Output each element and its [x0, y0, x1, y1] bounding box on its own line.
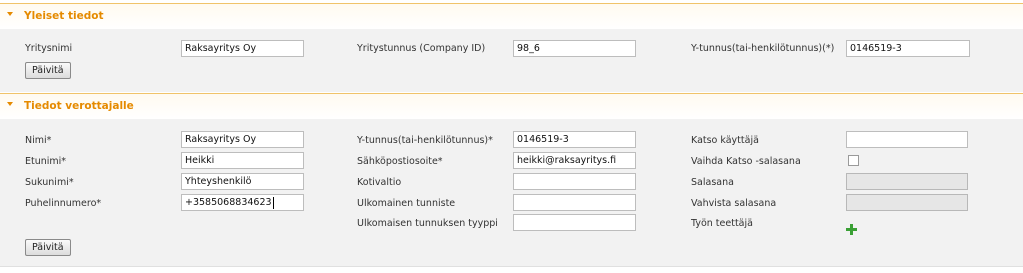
work-commissioner-label: Työn teettäjä	[691, 218, 753, 229]
phone-label: Puhelinnumero*	[25, 198, 102, 209]
change-katso-password-label: Vaihda Katso -salasana	[691, 156, 801, 167]
plus-icon[interactable]	[846, 224, 857, 235]
katso-user-label: Katso käyttäjä	[691, 135, 759, 146]
confirm-password-input[interactable]	[846, 194, 968, 211]
page-bottom-divider	[0, 266, 1023, 273]
phone-input[interactable]: +3585068834623	[181, 194, 304, 211]
first-name-input[interactable]: Heikki	[181, 152, 304, 169]
company-id-input[interactable]: 98_6	[513, 40, 636, 57]
tax-business-id-input[interactable]: 0146519-3	[513, 131, 636, 148]
company-name-label: Yritysnimi	[25, 43, 73, 54]
chevron-down-icon[interactable]	[7, 102, 13, 106]
general-section-header[interactable]: Yleiset tiedot	[0, 3, 1023, 29]
name-label: Nimi*	[25, 135, 52, 146]
phone-value: +3585068834623	[185, 197, 272, 208]
first-name-label: Etunimi*	[25, 156, 67, 167]
general-section-title: Yleiset tiedot	[24, 10, 104, 22]
name-input[interactable]: Raksayritys Oy	[181, 131, 304, 148]
katso-user-input[interactable]	[846, 131, 968, 148]
tax-section-body: Nimi* Raksayritys Oy Etunimi* Heikki Suk…	[0, 119, 1023, 266]
tax-section-header[interactable]: Tiedot verottajalle	[0, 93, 1023, 119]
home-country-input[interactable]	[513, 173, 636, 190]
last-name-label: Sukunimi*	[25, 177, 74, 188]
last-name-input[interactable]: Yhteyshenkilö	[181, 173, 304, 190]
foreign-id-type-input[interactable]	[513, 214, 636, 231]
general-update-button[interactable]: Päivitä	[25, 62, 71, 79]
general-section-body: Yritysnimi Raksayritys Oy Yritystunnus (…	[0, 29, 1023, 92]
email-label: Sähköpostiosoite*	[357, 156, 443, 167]
tax-update-button[interactable]: Päivitä	[25, 239, 71, 256]
chevron-down-icon[interactable]	[7, 12, 13, 16]
company-id-label: Yritystunnus (Company ID)	[357, 43, 486, 54]
change-katso-password-checkbox[interactable]	[848, 155, 859, 166]
company-name-input[interactable]: Raksayritys Oy	[181, 40, 304, 57]
foreign-id-type-label: Ulkomaisen tunnuksen tyyppi	[357, 218, 498, 229]
business-id-input[interactable]: 0146519-3	[846, 40, 970, 57]
confirm-password-label: Vahvista salasana	[691, 198, 777, 209]
foreign-id-label: Ulkomainen tunniste	[357, 198, 456, 209]
foreign-id-input[interactable]	[513, 194, 636, 211]
email-input[interactable]: heikki@raksayritys.fi	[513, 152, 636, 169]
password-input[interactable]	[846, 173, 968, 190]
password-label: Salasana	[691, 177, 734, 188]
tax-section-title: Tiedot verottajalle	[24, 100, 134, 112]
business-id-label: Y-tunnus(tai-henkilötunnus)(*)	[691, 43, 835, 54]
tax-business-id-label: Y-tunnus(tai-henkilötunnus)*	[357, 135, 493, 146]
text-cursor	[272, 196, 274, 209]
home-country-label: Kotivaltio	[357, 177, 402, 188]
